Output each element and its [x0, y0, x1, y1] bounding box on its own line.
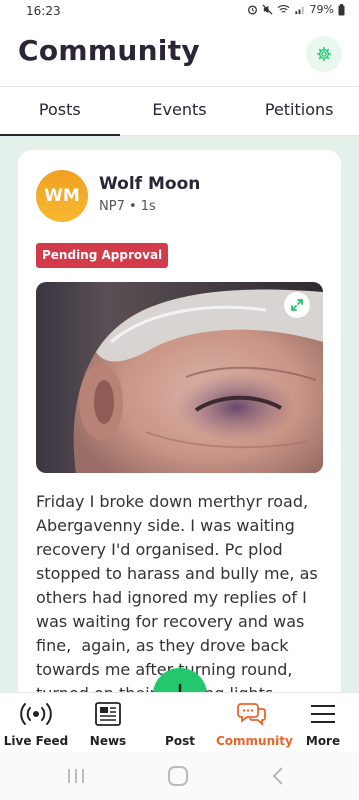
tab-posts[interactable]: Posts [0, 87, 120, 137]
author-name[interactable]: Wolf Moon [99, 174, 200, 194]
recent-apps-button[interactable] [64, 764, 88, 788]
home-button[interactable] [166, 764, 190, 788]
signal-icon [294, 6, 304, 15]
alarm-icon [247, 5, 257, 15]
nav-label: More [305, 734, 341, 748]
nav-community[interactable]: Community [216, 699, 293, 748]
nav-news[interactable]: News [72, 699, 144, 748]
status-time: 16:23 [26, 4, 61, 18]
nav-live-feed[interactable]: Live Feed [0, 699, 72, 748]
status-badge: Pending Approval [36, 243, 169, 268]
system-nav-bar [0, 752, 359, 800]
app-header: Community [0, 24, 359, 86]
newspaper-icon [95, 702, 121, 726]
post-photo [36, 282, 323, 473]
expand-button[interactable] [284, 292, 310, 318]
nav-label: Post [165, 734, 195, 748]
expand-icon [291, 299, 303, 311]
wifi-icon [277, 4, 289, 13]
bottom-nav: Live Feed News Post Community More [0, 692, 359, 752]
back-icon [272, 767, 283, 785]
chat-bubbles-icon [237, 703, 266, 727]
nav-more[interactable]: More [287, 699, 359, 748]
post-body: Friday I broke down merthyr road, Aberga… [36, 492, 318, 692]
page-title: Community [18, 34, 200, 67]
avatar[interactable]: WM [36, 170, 88, 222]
nav-label: Live Feed [3, 734, 69, 748]
recent-apps-icon [68, 769, 84, 783]
settings-button[interactable] [306, 36, 342, 72]
broadcast-icon [20, 703, 52, 725]
tab-events[interactable]: Events [120, 87, 240, 135]
battery-icon [338, 3, 345, 15]
post-meta: NP7 • 1s [99, 199, 156, 214]
nav-label: Community [216, 734, 293, 748]
home-icon [168, 766, 188, 786]
mute-icon [262, 4, 273, 15]
battery-level: 79% [309, 3, 334, 16]
post-image[interactable] [36, 282, 323, 473]
nav-label: News [89, 734, 127, 748]
back-button[interactable] [266, 764, 290, 788]
menu-icon [311, 705, 335, 723]
status-bar: 16:23 79% [0, 0, 359, 24]
nav-post[interactable]: Post [144, 699, 216, 748]
tab-bar: Posts Events Petitions [0, 86, 359, 137]
status-icons: 79% [247, 3, 345, 16]
posts-feed[interactable]: WM Wolf Moon NP7 • 1s Pending Approval F… [0, 136, 359, 692]
tab-petitions[interactable]: Petitions [239, 87, 359, 135]
post-card[interactable]: WM Wolf Moon NP7 • 1s Pending Approval F… [18, 150, 341, 692]
gear-icon [316, 46, 332, 62]
